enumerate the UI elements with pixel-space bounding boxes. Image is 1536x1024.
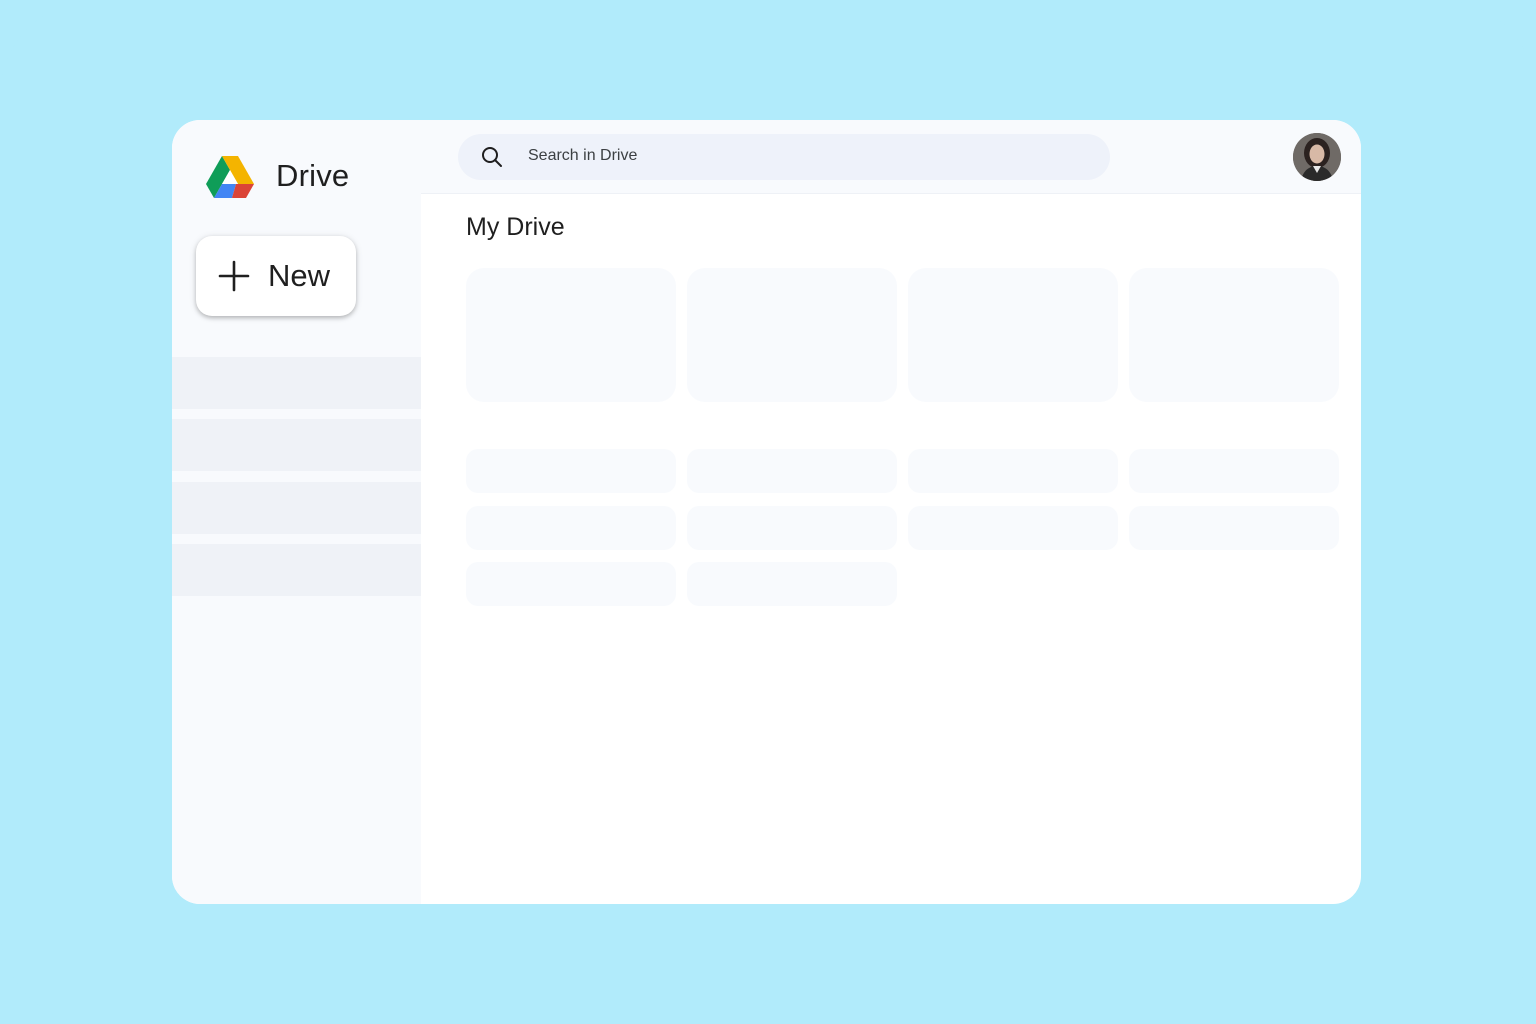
search-icon[interactable] (480, 145, 504, 169)
plus-icon (218, 260, 250, 292)
suggested-file-card[interactable] (687, 268, 897, 402)
sidebar-item-placeholder[interactable] (172, 357, 421, 409)
new-button-label: New (268, 258, 331, 293)
suggested-file-card[interactable] (908, 268, 1118, 402)
page-title: My Drive (466, 213, 565, 241)
file-item-placeholder[interactable] (466, 449, 676, 493)
sidebar-item-placeholder[interactable] (172, 419, 421, 471)
app-title: Drive (276, 158, 350, 193)
file-item-placeholder[interactable] (1129, 506, 1339, 550)
new-button[interactable]: New (196, 236, 356, 316)
file-item-placeholder[interactable] (908, 449, 1118, 493)
sidebar: Drive New (172, 120, 421, 904)
file-item-placeholder[interactable] (908, 506, 1118, 550)
search-input[interactable]: Search in Drive (528, 147, 637, 165)
avatar[interactable] (1293, 133, 1341, 181)
google-drive-logo-icon (206, 156, 254, 198)
file-item-placeholder[interactable] (687, 562, 897, 606)
sidebar-item-placeholder[interactable] (172, 544, 421, 596)
file-item-placeholder[interactable] (687, 506, 897, 550)
suggested-file-card[interactable] (466, 268, 676, 402)
search-bar[interactable]: Search in Drive (458, 134, 1110, 180)
file-item-placeholder[interactable] (687, 449, 897, 493)
app-window: Drive New Search in Drive My Drive (172, 120, 1361, 904)
file-item-placeholder[interactable] (466, 562, 676, 606)
user-avatar-icon (1293, 133, 1341, 181)
file-item-placeholder[interactable] (466, 506, 676, 550)
suggested-file-card[interactable] (1129, 268, 1339, 402)
sidebar-item-placeholder[interactable] (172, 482, 421, 534)
file-item-placeholder[interactable] (1129, 449, 1339, 493)
